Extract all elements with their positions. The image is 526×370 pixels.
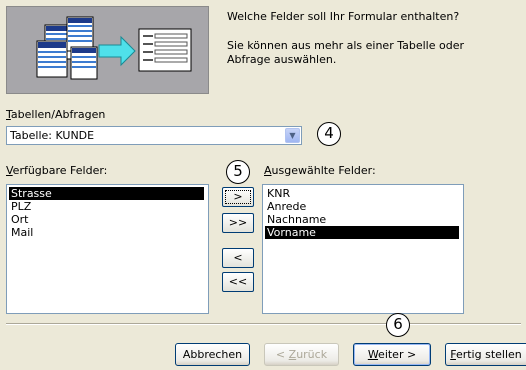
available-fields-list[interactable]: Strasse PLZ Ort Mail bbox=[6, 184, 209, 314]
selected-fields-label: Ausgewählte Felder: bbox=[264, 164, 376, 177]
remove-field-button[interactable]: < bbox=[222, 248, 254, 268]
list-item[interactable]: PLZ bbox=[9, 200, 31, 213]
add-field-button[interactable]: > bbox=[222, 187, 254, 207]
tables-label: Tabellen/Abfragen bbox=[6, 108, 106, 121]
callout-6: 6 bbox=[386, 313, 410, 337]
tables-icon bbox=[36, 16, 98, 80]
chevron-down-icon[interactable]: ▼ bbox=[285, 128, 300, 143]
next-button[interactable]: Weiter > bbox=[353, 343, 431, 366]
footer-divider bbox=[6, 323, 521, 325]
add-all-fields-button[interactable]: >> bbox=[222, 213, 254, 233]
list-item[interactable]: Anrede bbox=[265, 200, 306, 213]
available-fields-label: Verfügbare Felder: bbox=[6, 164, 108, 177]
callout-4: 4 bbox=[317, 122, 341, 146]
back-button[interactable]: < Zurück bbox=[264, 343, 339, 366]
intro-question: Welche Felder soll Ihr Formular enthalte… bbox=[227, 10, 460, 23]
remove-all-fields-button[interactable]: << bbox=[222, 272, 254, 292]
wizard-illustration bbox=[6, 6, 209, 94]
table-to-form-graphic bbox=[7, 7, 208, 93]
cancel-button[interactable]: Abbrechen bbox=[175, 343, 250, 366]
list-item[interactable]: Ort bbox=[9, 213, 29, 226]
intro-hint: Sie können aus mehr als einer Tabelle od… bbox=[227, 39, 464, 66]
finish-button[interactable]: Fertig stellen bbox=[445, 343, 526, 366]
tables-combobox-value: Tabelle: KUNDE bbox=[10, 129, 95, 142]
tables-combobox[interactable]: Tabelle: KUNDE ▼ bbox=[6, 126, 302, 145]
list-item[interactable]: KNR bbox=[265, 187, 290, 200]
form-icon bbox=[138, 28, 192, 72]
callout-5: 5 bbox=[226, 160, 250, 184]
selected-fields-list[interactable]: KNR Anrede Nachname Vorname bbox=[262, 184, 464, 314]
list-item[interactable]: Strasse bbox=[9, 187, 204, 200]
list-item[interactable]: Vorname bbox=[265, 226, 459, 239]
list-item[interactable]: Nachname bbox=[265, 213, 326, 226]
list-item[interactable]: Mail bbox=[9, 226, 33, 239]
